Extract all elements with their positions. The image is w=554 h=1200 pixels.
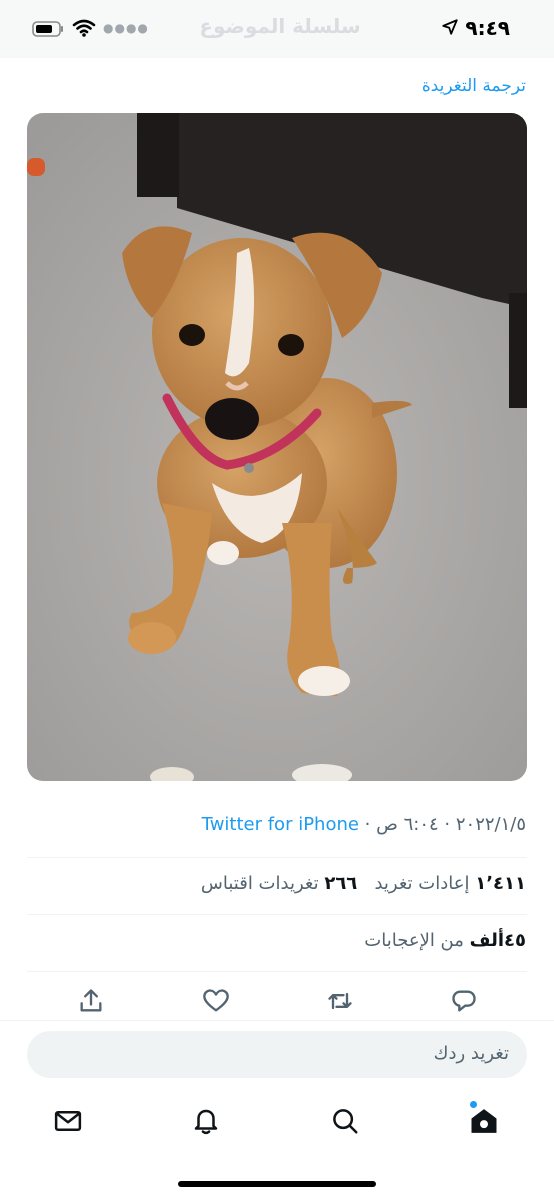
divider bbox=[27, 857, 527, 858]
mail-icon[interactable] bbox=[53, 1106, 83, 1136]
quotes-label[interactable]: تغريدات اقتباس bbox=[201, 873, 319, 894]
wifi-icon bbox=[72, 19, 96, 37]
retweet-icon[interactable] bbox=[326, 987, 354, 1015]
reply-placeholder: تغريد ردك bbox=[433, 1043, 509, 1064]
tweet-meta: ٢٠٢٢/١/٥ · ٦:٠٤ ص · Twitter for iPhone bbox=[202, 814, 526, 835]
tweet-stats: ١٬٤١١ إعادات تغريد ٢٦٦ تغريدات اقتباس bbox=[201, 873, 526, 894]
share-icon[interactable] bbox=[77, 987, 105, 1015]
home-indicator[interactable] bbox=[178, 1181, 376, 1187]
reply-input[interactable]: تغريد ردك bbox=[27, 1031, 527, 1078]
search-icon[interactable] bbox=[330, 1106, 360, 1136]
divider bbox=[27, 971, 527, 972]
tweet-photo[interactable] bbox=[27, 113, 527, 781]
reply-icon[interactable] bbox=[450, 987, 478, 1015]
tweet-source-link[interactable]: Twitter for iPhone bbox=[202, 814, 359, 835]
status-time: ٩:٤٩ bbox=[465, 16, 510, 40]
retweets-label[interactable]: إعادات تغريد bbox=[374, 873, 469, 894]
translate-tweet-link[interactable]: ترجمة التغريدة bbox=[422, 76, 526, 96]
battery-icon bbox=[32, 21, 63, 37]
heart-icon[interactable] bbox=[202, 987, 230, 1015]
retweets-count[interactable]: ١٬٤١١ bbox=[475, 873, 526, 894]
likes-stats[interactable]: ٤٥ألف من الإعجابات bbox=[364, 930, 526, 951]
signal-dots-icon: ●●●● bbox=[103, 21, 149, 35]
quotes-count[interactable]: ٢٦٦ bbox=[324, 873, 357, 894]
location-arrow-icon bbox=[442, 19, 458, 35]
tweet-timestamp: ٢٠٢٢/١/٥ · ٦:٠٤ ص · bbox=[358, 814, 526, 835]
status-faded-title: سلسلة الموضوع bbox=[199, 14, 361, 38]
home-icon[interactable] bbox=[469, 1106, 499, 1136]
home-notification-dot bbox=[470, 1101, 477, 1108]
likes-label[interactable]: من الإعجابات bbox=[364, 930, 464, 951]
bell-icon[interactable] bbox=[191, 1106, 221, 1136]
reply-bar-border bbox=[0, 1020, 554, 1021]
likes-count[interactable]: ٤٥ألف bbox=[470, 930, 526, 951]
divider bbox=[27, 914, 527, 915]
status-bar: سلسلة الموضوع ٩:٤٩ ●●●● bbox=[0, 0, 554, 58]
